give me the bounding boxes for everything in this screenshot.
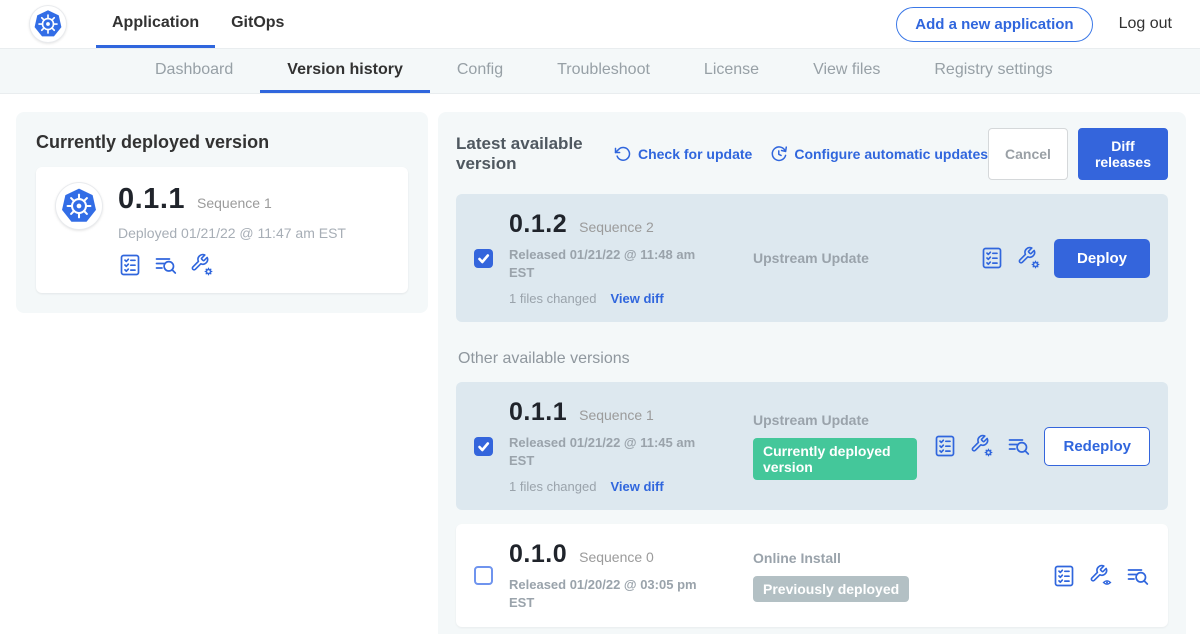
kubernetes-logo-icon (30, 6, 66, 42)
files-changed-label: 1 files changed (509, 291, 596, 306)
logout-button[interactable]: Log out (1119, 15, 1172, 33)
deployed-sequence-label: Sequence 1 (197, 195, 272, 211)
tab-view-files[interactable]: View files (786, 49, 907, 93)
deployed-version-card: 0.1.1 Sequence 1 Deployed 01/21/22 @ 11:… (36, 167, 408, 293)
diff-releases-button[interactable]: Diff releases (1078, 128, 1168, 180)
version-number: 0.1.2 (509, 210, 567, 239)
previously-deployed-badge: Previously deployed (753, 576, 909, 602)
preflight-gear-icon[interactable] (970, 434, 994, 458)
deployed-timestamp: Deployed 01/21/22 @ 11:47 am EST (118, 225, 346, 241)
view-logs-icon[interactable] (154, 253, 178, 277)
deploy-button[interactable]: Deploy (1054, 239, 1150, 278)
clock-refresh-icon (770, 145, 788, 163)
version-row: 0.1.0 Sequence 0 Released 01/20/22 @ 03:… (456, 524, 1168, 627)
app-logo-icon (56, 183, 102, 229)
latest-available-title: Latest available version (456, 134, 596, 174)
release-notes-icon[interactable] (933, 434, 957, 458)
tab-config[interactable]: Config (430, 49, 530, 93)
release-notes-icon[interactable] (118, 253, 142, 277)
other-versions-title: Other available versions (458, 350, 1168, 368)
cancel-button[interactable]: Cancel (988, 128, 1068, 180)
add-new-application-button[interactable]: Add a new application (896, 7, 1092, 42)
preflight-gear-icon[interactable] (1017, 246, 1041, 270)
redeploy-button[interactable]: Redeploy (1044, 427, 1150, 466)
currently-deployed-title: Currently deployed version (36, 132, 408, 153)
tab-gitops[interactable]: GitOps (215, 0, 300, 48)
view-diff-link[interactable]: View diff (610, 291, 663, 306)
release-notes-icon[interactable] (980, 246, 1004, 270)
tab-registry-settings[interactable]: Registry settings (907, 49, 1079, 93)
currently-deployed-badge: Currently deployed version (753, 438, 917, 480)
view-diff-link[interactable]: View diff (610, 479, 663, 494)
view-logs-icon[interactable] (1007, 434, 1031, 458)
released-timestamp: Released 01/21/22 @ 11:48 am EST (509, 246, 714, 281)
version-row: 0.1.1 Sequence 1 Released 01/21/22 @ 11:… (456, 382, 1168, 510)
version-checkbox[interactable] (474, 437, 493, 456)
preflight-eye-icon[interactable] (1089, 564, 1113, 588)
version-number: 0.1.0 (509, 540, 567, 569)
preflight-gear-icon[interactable] (190, 253, 214, 277)
version-number: 0.1.1 (509, 398, 567, 427)
tab-dashboard[interactable]: Dashboard (128, 49, 260, 93)
version-checkbox[interactable] (474, 566, 493, 585)
top-tabs: Application GitOps (96, 0, 300, 48)
top-nav: Application GitOps Add a new application… (0, 0, 1200, 48)
main-content: Currently deployed version 0.1.1 Sequenc… (0, 94, 1200, 634)
refresh-icon (614, 145, 632, 163)
tab-application[interactable]: Application (96, 0, 215, 48)
version-checkbox[interactable] (474, 249, 493, 268)
check-for-update-link[interactable]: Check for update (614, 145, 752, 163)
version-source-label: Online Install (753, 550, 1036, 566)
released-timestamp: Released 01/20/22 @ 03:05 pm EST (509, 576, 714, 611)
release-notes-icon[interactable] (1052, 564, 1076, 588)
released-timestamp: Released 01/21/22 @ 11:45 am EST (509, 434, 714, 469)
sequence-label: Sequence 2 (579, 219, 654, 235)
sequence-label: Sequence 0 (579, 549, 654, 565)
view-logs-icon[interactable] (1126, 564, 1150, 588)
currently-deployed-panel: Currently deployed version 0.1.1 Sequenc… (16, 112, 428, 313)
version-source-label: Upstream Update (753, 250, 964, 266)
configure-automatic-updates-link[interactable]: Configure automatic updates (770, 145, 988, 163)
version-source-label: Upstream Update (753, 412, 917, 428)
tab-troubleshoot[interactable]: Troubleshoot (530, 49, 677, 93)
available-versions-panel: Latest available version Check for updat… (438, 112, 1186, 634)
sequence-label: Sequence 1 (579, 407, 654, 423)
tab-license[interactable]: License (677, 49, 786, 93)
deployed-version-number: 0.1.1 (118, 183, 185, 216)
app-sub-nav: Dashboard Version history Config Trouble… (0, 48, 1200, 94)
tab-version-history[interactable]: Version history (260, 49, 430, 93)
version-row: 0.1.2 Sequence 2 Released 01/21/22 @ 11:… (456, 194, 1168, 322)
files-changed-label: 1 files changed (509, 479, 596, 494)
